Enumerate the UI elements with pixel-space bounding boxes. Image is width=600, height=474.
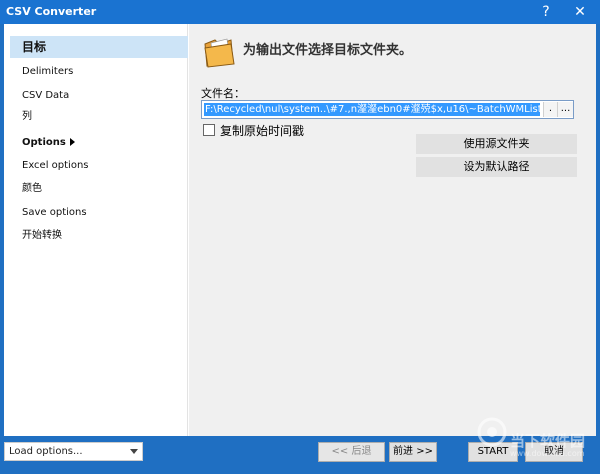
- sidebar-item-label: Options: [22, 137, 66, 148]
- close-button[interactable]: ✕: [566, 2, 594, 22]
- help-button[interactable]: ?: [532, 2, 560, 22]
- copy-timestamp-checkbox[interactable]: [203, 124, 215, 136]
- copy-timestamp-label: 复制原始时间戳: [220, 124, 305, 138]
- folder-icon: [204, 38, 235, 68]
- sidebar-item-label: CSV Data: [22, 90, 70, 101]
- expand-arrow-icon: [69, 138, 75, 146]
- sidebar-item-label: 开始转换: [22, 230, 62, 241]
- dialog-client: 目标 Delimiters CSV Data 列 Options Excel o…: [4, 24, 596, 436]
- window-title: CSV Converter: [6, 5, 97, 18]
- browse-button[interactable]: ...: [557, 102, 573, 117]
- watermark: 当下软件园 www.downxia.com: [472, 417, 600, 474]
- file-name-label: 文件名：: [201, 87, 245, 100]
- title-bar: CSV Converter ? ✕: [0, 0, 600, 24]
- footer-bar: Load options... << 后退 前进 >> START 取消 当下软…: [0, 417, 600, 474]
- watermark-title: 当下软件园: [510, 432, 586, 450]
- sidebar-item-options[interactable]: Options: [10, 132, 188, 154]
- sidebar-item-colors[interactable]: 颜色: [10, 178, 188, 200]
- watermark-url: www.downxia.com: [510, 449, 585, 458]
- file-path-value: F:\Recycled\nul\system..\#7.,n瀣瀣ebn0#瀣殑$…: [204, 103, 540, 116]
- sidebar-item-delimiters[interactable]: Delimiters: [10, 61, 188, 83]
- sidebar-item-label: Delimiters: [22, 66, 74, 77]
- next-button[interactable]: 前进 >>: [389, 442, 437, 462]
- sidebar-item-columns[interactable]: 列: [10, 106, 188, 128]
- sidebar-item-target[interactable]: 目标: [10, 36, 188, 58]
- watermark-logo-icon: [477, 417, 507, 447]
- sidebar: 目标 Delimiters CSV Data 列 Options Excel o…: [4, 24, 188, 436]
- load-options-value: Load options...: [9, 446, 83, 457]
- sidebar-item-start-conversion[interactable]: 开始转换: [10, 225, 188, 247]
- sidebar-item-csv-data[interactable]: CSV Data: [10, 85, 188, 107]
- load-options-dropdown[interactable]: Load options...: [4, 442, 143, 461]
- sidebar-item-label: 颜色: [22, 183, 42, 194]
- sidebar-item-save-options[interactable]: Save options: [10, 202, 188, 224]
- chevron-down-icon: [130, 449, 138, 454]
- sidebar-item-label: Save options: [22, 207, 87, 218]
- sidebar-item-excel-options[interactable]: Excel options: [10, 155, 188, 177]
- page-header: 为输出文件选择目标文件夹。: [243, 43, 413, 58]
- sidebar-item-label: 列: [22, 111, 32, 122]
- set-default-path-button[interactable]: 设为默认路径: [416, 157, 577, 177]
- file-path-input[interactable]: F:\Recycled\nul\system..\#7.,n瀣瀣ebn0#瀣殑$…: [201, 100, 574, 119]
- path-dot-button[interactable]: .: [543, 102, 557, 117]
- sidebar-item-label: 目标: [22, 40, 47, 54]
- back-button[interactable]: << 后退: [318, 442, 385, 462]
- use-source-folder-button[interactable]: 使用源文件夹: [416, 134, 577, 154]
- main-panel: 为输出文件选择目标文件夹。 文件名： F:\Recycled\nul\syste…: [189, 24, 596, 436]
- sidebar-item-label: Excel options: [22, 160, 89, 171]
